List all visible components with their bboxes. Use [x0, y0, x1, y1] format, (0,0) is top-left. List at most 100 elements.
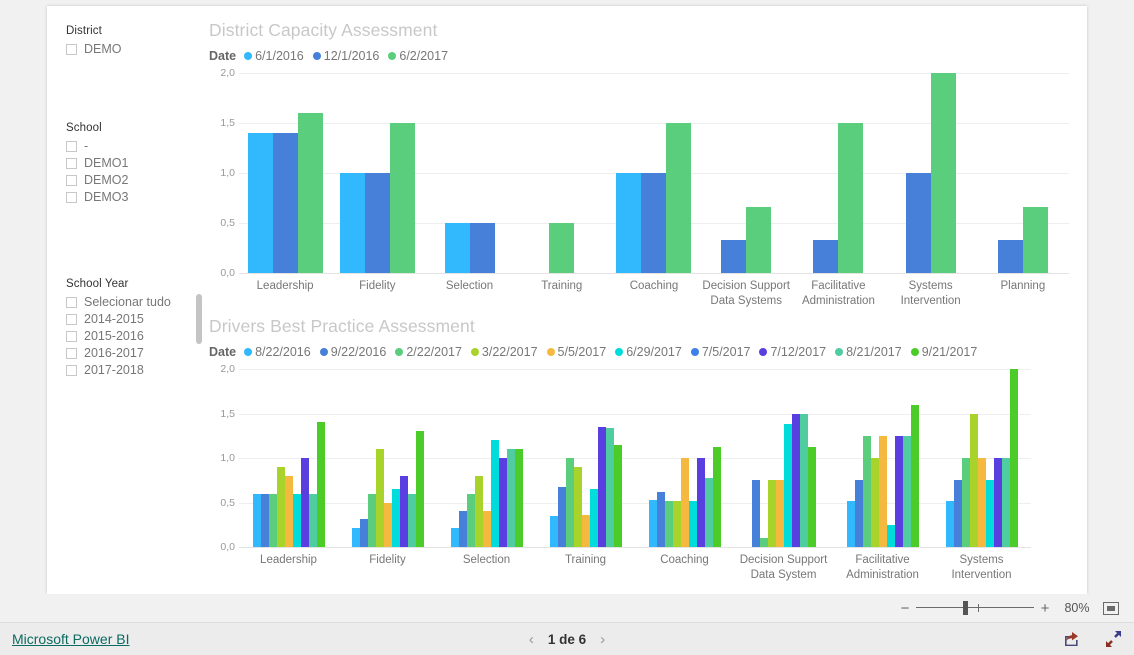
- zoom-out-button[interactable]: −: [896, 601, 914, 616]
- bar[interactable]: [252, 493, 261, 547]
- power-bi-brand-link[interactable]: Microsoft Power BI: [12, 631, 129, 647]
- slicer-school-year-option[interactable]: 2014-2015: [66, 311, 216, 327]
- bar[interactable]: [666, 123, 692, 273]
- bar[interactable]: [672, 500, 681, 547]
- bar[interactable]: [997, 240, 1023, 273]
- checkbox-icon[interactable]: [66, 330, 77, 342]
- bar[interactable]: [846, 500, 855, 547]
- bar[interactable]: [549, 515, 558, 547]
- visual-drivers-best-practice-assessment[interactable]: Drivers Best Practice Assessment Date 8/…: [209, 316, 1079, 599]
- slicer-school-option[interactable]: DEMO3: [66, 189, 216, 205]
- bar[interactable]: [247, 133, 273, 273]
- slicer-school-year-option[interactable]: 2016-2017: [66, 345, 216, 361]
- bar[interactable]: [759, 538, 768, 547]
- visual-dbpa-legend-item[interactable]: 7/5/2017: [690, 345, 750, 359]
- bar[interactable]: [308, 493, 317, 547]
- zoom-in-button[interactable]: +: [1036, 601, 1054, 616]
- bar[interactable]: [902, 435, 911, 547]
- checkbox-icon[interactable]: [66, 43, 77, 55]
- bar[interactable]: [498, 458, 507, 547]
- bar[interactable]: [656, 491, 665, 547]
- bar[interactable]: [389, 123, 415, 273]
- checkbox-icon[interactable]: [66, 296, 77, 308]
- bar[interactable]: [482, 510, 491, 547]
- bar[interactable]: [272, 133, 298, 273]
- bar[interactable]: [1009, 369, 1018, 547]
- bar[interactable]: [364, 173, 390, 273]
- bar[interactable]: [573, 466, 582, 547]
- bar[interactable]: [838, 123, 864, 273]
- bar[interactable]: [458, 510, 467, 547]
- bar[interactable]: [367, 493, 376, 547]
- bar[interactable]: [605, 427, 614, 547]
- bar[interactable]: [316, 422, 325, 547]
- bar[interactable]: [696, 458, 705, 547]
- visual-dca-legend-item[interactable]: 12/1/2016: [312, 49, 379, 63]
- bar[interactable]: [945, 500, 954, 547]
- bar[interactable]: [977, 458, 986, 547]
- bar[interactable]: [565, 458, 574, 547]
- bar[interactable]: [961, 458, 970, 547]
- visual-dbpa-legend-item[interactable]: 7/12/2017: [759, 345, 826, 359]
- bar[interactable]: [985, 480, 994, 547]
- checkbox-icon[interactable]: [66, 364, 77, 376]
- bar[interactable]: [870, 458, 879, 547]
- bar[interactable]: [894, 435, 903, 547]
- bar[interactable]: [721, 240, 747, 273]
- visual-dbpa-legend-item[interactable]: 9/22/2016: [319, 345, 386, 359]
- slicer-district[interactable]: District DEMO: [66, 25, 216, 58]
- bar[interactable]: [813, 240, 839, 273]
- checkbox-icon[interactable]: [66, 174, 77, 186]
- slicer-school-option[interactable]: -: [66, 138, 216, 154]
- checkbox-icon[interactable]: [66, 140, 77, 152]
- bar[interactable]: [260, 493, 269, 547]
- slicer-school-year[interactable]: School Year Selecionar tudo 2014-2015 2015…: [66, 278, 216, 379]
- bar[interactable]: [514, 449, 523, 547]
- bar[interactable]: [688, 500, 697, 547]
- checkbox-icon[interactable]: [66, 313, 77, 325]
- visual-dbpa-legend-item[interactable]: 6/29/2017: [615, 345, 682, 359]
- bar[interactable]: [799, 413, 808, 547]
- bar[interactable]: [1022, 207, 1048, 273]
- bar[interactable]: [557, 487, 566, 547]
- bar[interactable]: [399, 475, 408, 547]
- bar[interactable]: [712, 447, 721, 547]
- bar[interactable]: [775, 480, 784, 547]
- bar[interactable]: [969, 413, 978, 547]
- bar[interactable]: [664, 500, 673, 547]
- bar[interactable]: [474, 475, 483, 547]
- zoom-slider-thumb[interactable]: [963, 601, 968, 615]
- visual-dbpa-legend-item[interactable]: 3/22/2017: [470, 345, 538, 359]
- bar[interactable]: [746, 207, 772, 273]
- bar[interactable]: [450, 528, 459, 547]
- bar[interactable]: [910, 404, 919, 547]
- slicer-school[interactable]: School - DEMO1 DEMO2 DEMO3: [66, 122, 216, 206]
- visual-dbpa-legend-item[interactable]: 9/21/2017: [910, 345, 977, 359]
- bar[interactable]: [444, 223, 470, 273]
- bar[interactable]: [268, 493, 277, 547]
- bar[interactable]: [641, 173, 667, 273]
- bar[interactable]: [807, 447, 816, 547]
- bar[interactable]: [300, 458, 309, 547]
- bar[interactable]: [783, 424, 792, 547]
- bar[interactable]: [407, 493, 416, 547]
- bar[interactable]: [469, 223, 495, 273]
- visual-dca-legend-item[interactable]: 6/1/2016: [244, 49, 304, 63]
- bar[interactable]: [589, 489, 598, 547]
- bar[interactable]: [854, 480, 863, 547]
- bar[interactable]: [297, 113, 323, 273]
- bar[interactable]: [930, 73, 956, 273]
- slicer-school-option[interactable]: DEMO1: [66, 155, 216, 171]
- slicer-school-option[interactable]: DEMO2: [66, 172, 216, 188]
- visual-dbpa-legend-item[interactable]: 8/21/2017: [835, 345, 902, 359]
- bar[interactable]: [391, 489, 400, 547]
- slicer-district-option[interactable]: DEMO: [66, 41, 216, 57]
- bar[interactable]: [886, 524, 895, 547]
- bar[interactable]: [613, 444, 622, 547]
- bar[interactable]: [375, 449, 384, 547]
- bar[interactable]: [490, 440, 499, 547]
- slicer-school-year-option[interactable]: Selecionar tudo: [66, 294, 216, 310]
- bar[interactable]: [506, 449, 515, 547]
- visual-dca-legend-item[interactable]: 6/2/2017: [388, 49, 448, 63]
- visual-dbpa-legend-item[interactable]: 5/5/2017: [546, 345, 606, 359]
